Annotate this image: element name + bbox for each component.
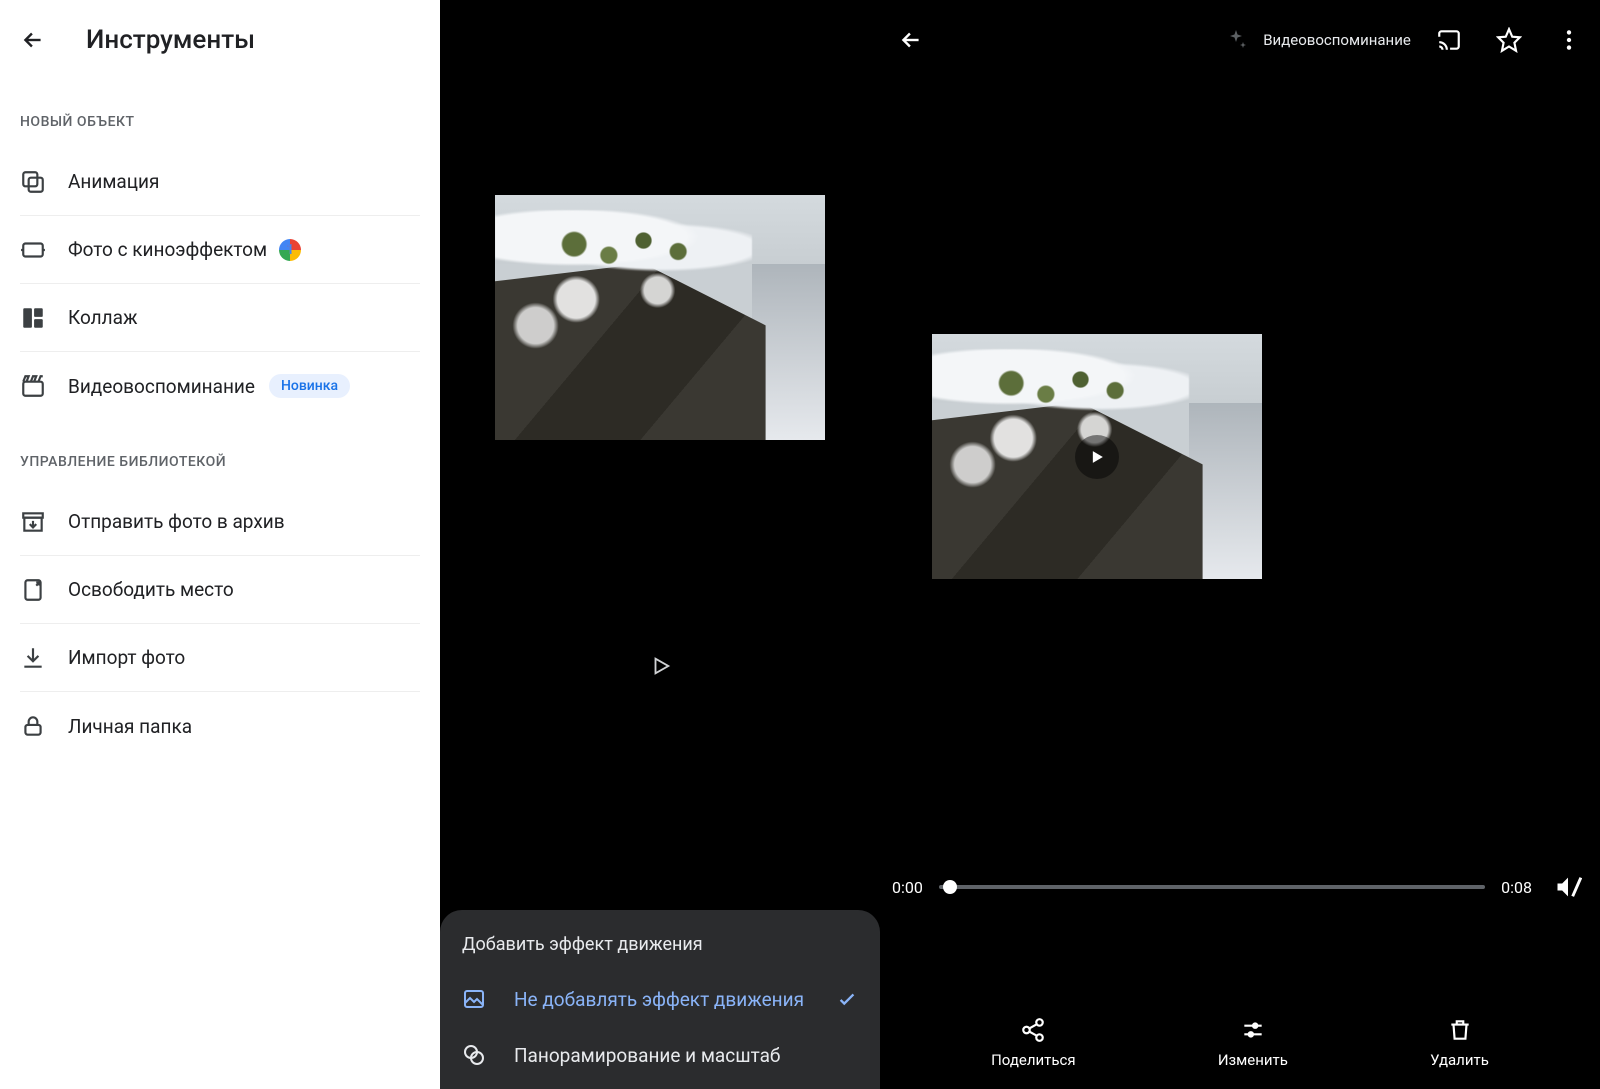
button-label: Изменить (1218, 1051, 1288, 1069)
image-icon (462, 987, 486, 1011)
player-title: Видеовоспоминание (1262, 31, 1412, 49)
tool-highlight-video[interactable]: Видеовоспоминание Новинка (20, 352, 420, 420)
bottom-action-bar: Поделиться Изменить Удалить (880, 1017, 1600, 1069)
time-current: 0:00 (892, 878, 923, 897)
tool-cinematic[interactable]: Фото с киноэффектом 1 (20, 216, 420, 284)
tool-free-space[interactable]: Освободить место (20, 556, 420, 624)
seek-bar[interactable] (939, 885, 1485, 889)
share-button[interactable]: Поделиться (991, 1017, 1076, 1069)
panzoom-icon (462, 1043, 486, 1067)
time-total: 0:08 (1501, 878, 1532, 897)
edit-icon (1240, 1017, 1266, 1043)
tool-archive[interactable]: Отправить фото в архив (20, 488, 420, 556)
cinematic-icon (20, 237, 46, 263)
tool-label: Личная папка (68, 715, 192, 738)
edit-button[interactable]: Изменить (1218, 1017, 1288, 1069)
tool-label: Освободить место (68, 578, 234, 601)
lock-icon (20, 713, 46, 739)
tool-collage[interactable]: Коллаж (20, 284, 420, 352)
section-header-library: УПРАВЛЕНИЕ БИБЛИОТЕКОЙ (20, 454, 420, 470)
tool-label: Импорт фото (68, 646, 185, 669)
tools-title: Инструменты (86, 25, 255, 55)
tool-label: Видеовоспоминание (68, 375, 255, 398)
animation-icon (20, 169, 46, 195)
archive-icon (20, 509, 46, 535)
mute-icon[interactable] (1554, 873, 1582, 901)
motion-option-panzoom[interactable]: Панорамирование и масштаб (440, 1027, 880, 1083)
download-icon (20, 645, 46, 671)
motion-effect-sheet: Добавить эффект движения Не добавлять эф… (440, 910, 880, 1089)
sheet-title: Добавить эффект движения (440, 934, 880, 971)
section-library: УПРАВЛЕНИЕ БИБЛИОТЕКОЙ Отправить фото в … (0, 420, 440, 760)
editor-panel: Добавить эффект движения Не добавлять эф… (440, 0, 880, 1089)
star-icon[interactable] (1496, 27, 1522, 53)
clapperboard-icon (20, 373, 46, 399)
header-actions (1436, 27, 1582, 53)
google-one-badge: 1 (279, 239, 301, 261)
sparkle-icon (1224, 28, 1248, 52)
editor-preview-image (495, 195, 825, 440)
player-panel: Видеовоспоминание 0:00 0:08 (880, 0, 1600, 1089)
tool-animation[interactable]: Анимация (20, 148, 420, 216)
tool-locked-folder[interactable]: Личная папка (20, 692, 420, 760)
cast-icon[interactable] (1436, 27, 1462, 53)
collage-icon (20, 305, 46, 331)
delete-button[interactable]: Удалить (1430, 1017, 1489, 1069)
check-icon (836, 988, 858, 1010)
player-header: Видеовоспоминание (880, 0, 1600, 80)
share-icon (1020, 1017, 1046, 1043)
section-new-object: НОВЫЙ ОБЪЕКТ Анимация Фото с киноэффекто… (0, 80, 440, 420)
section-header-new: НОВЫЙ ОБЪЕКТ (20, 114, 420, 130)
play-button[interactable] (1075, 435, 1119, 479)
tool-import[interactable]: Импорт фото (20, 624, 420, 692)
tool-label: Коллаж (68, 306, 138, 329)
option-label: Не добавлять эффект движения (514, 988, 804, 1011)
play-icon[interactable] (650, 655, 672, 677)
seek-bar-row: 0:00 0:08 (892, 873, 1582, 901)
free-space-icon (20, 577, 46, 603)
tools-header: Инструменты (0, 0, 440, 80)
video-thumbnail[interactable] (932, 334, 1262, 579)
button-label: Поделиться (991, 1051, 1076, 1069)
motion-option-none[interactable]: Не добавлять эффект движения (440, 971, 880, 1027)
seek-thumb[interactable] (943, 880, 957, 894)
back-icon[interactable] (20, 27, 46, 53)
tools-panel: Инструменты НОВЫЙ ОБЪЕКТ Анимация Фото с… (0, 0, 440, 1089)
option-label: Панорамирование и масштаб (514, 1044, 780, 1067)
tool-label: Отправить фото в архив (68, 510, 285, 533)
back-icon[interactable] (898, 27, 924, 53)
more-icon[interactable] (1556, 27, 1582, 53)
trash-icon (1447, 1017, 1473, 1043)
tool-label: Фото с киноэффектом (68, 238, 267, 261)
tool-label: Анимация (68, 170, 159, 193)
button-label: Удалить (1430, 1051, 1489, 1069)
new-badge: Новинка (269, 374, 350, 398)
